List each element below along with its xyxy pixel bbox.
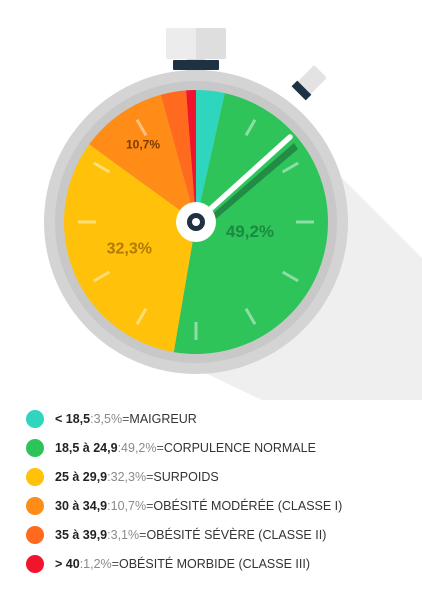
- legend-swatch-icon: [26, 496, 44, 515]
- legend-percent: 32,3%: [110, 469, 147, 484]
- legend-range: 25 à 29,9: [55, 469, 108, 484]
- legend-swatch-icon: [26, 467, 44, 486]
- legend-percent: 49,2%: [121, 440, 157, 455]
- legend-range: 35 à 39,9: [55, 527, 108, 542]
- legend-equals: =: [111, 556, 119, 571]
- legend-swatch-icon: [26, 525, 44, 544]
- legend-category: SURPOIDS: [153, 469, 219, 484]
- pie-slice-label: 10,7%: [126, 138, 160, 152]
- legend-item: 18,5 à 24,9 : 49,2% = CORPULENCE NORMALE: [26, 433, 406, 462]
- legend-item: > 40 : 1,2% = OBÉSITÉ MORBIDE (CLASSE II…: [26, 549, 406, 578]
- legend-swatch-icon: [26, 409, 44, 428]
- pie-slice-label: 49,2%: [226, 222, 274, 241]
- legend-equals: =: [146, 498, 154, 513]
- legend-equals: =: [122, 411, 130, 426]
- legend-category: OBÉSITÉ SÉVÈRE (CLASSE II): [146, 527, 327, 542]
- legend-item: 30 à 34,9 : 10,7% = OBÉSITÉ MODÉRÉE (CLA…: [26, 491, 406, 520]
- stopwatch-chart: 49,2% 32,3% 10,7%: [44, 28, 422, 400]
- legend-item: 35 à 39,9 : 3,1% = OBÉSITÉ SÉVÈRE (CLASS…: [26, 520, 406, 549]
- hand-pivot-core: [192, 218, 200, 226]
- side-button: [291, 65, 327, 101]
- legend-range: 30 à 34,9: [55, 498, 108, 513]
- legend-percent: 3,5%: [93, 411, 123, 426]
- stopwatch-crown-collar: [173, 60, 219, 70]
- legend-item: 25 à 29,9 : 32,3% = SURPOIDS: [26, 462, 406, 491]
- legend-category: OBÉSITÉ MODÉRÉE (CLASSE I): [153, 498, 343, 513]
- legend-item: < 18,5 : 3,5% = MAIGREUR: [26, 404, 406, 433]
- legend-category: CORPULENCE NORMALE: [163, 440, 316, 455]
- legend-category: MAIGREUR: [129, 411, 197, 426]
- legend-equals: =: [139, 527, 147, 542]
- legend-swatch-icon: [26, 554, 44, 573]
- legend-percent: 1,2%: [83, 556, 112, 571]
- legend-equals: =: [146, 469, 154, 484]
- legend-range: 18,5 à 24,9: [55, 440, 118, 455]
- legend-percent: 3,1%: [110, 527, 140, 542]
- legend-category: OBÉSITÉ MORBIDE (CLASSE III): [118, 556, 310, 571]
- legend-percent: 10,7%: [110, 498, 147, 513]
- legend-swatch-icon: [26, 438, 44, 457]
- legend-equals: =: [156, 440, 164, 455]
- legend: < 18,5 : 3,5% = MAIGREUR 18,5 à 24,9 : 4…: [26, 404, 406, 578]
- legend-range: > 40: [55, 556, 80, 571]
- legend-range: < 18,5: [55, 411, 91, 426]
- pie-slice-label: 32,3%: [107, 240, 152, 257]
- stopwatch-crown-shade: [196, 28, 226, 59]
